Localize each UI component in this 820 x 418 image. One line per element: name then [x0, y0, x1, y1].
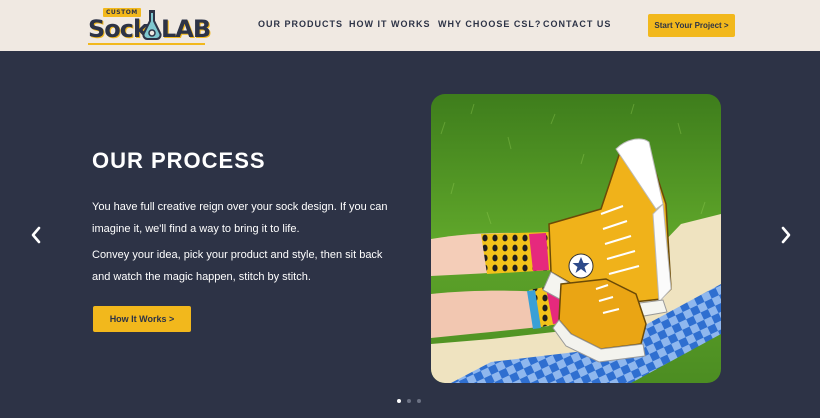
start-your-project-button[interactable]: Start Your Project > [648, 14, 735, 37]
site-header: CUSTOM Sock LAB OUR PRODUCTS HOW IT WORK… [0, 0, 820, 51]
sneakers-photo [431, 94, 721, 383]
hero-paragraph-2: Convey your idea, pick your product and … [92, 249, 383, 283]
carousel-dot[interactable] [397, 399, 401, 403]
chevron-right-icon[interactable] [779, 226, 793, 244]
logo-underline [88, 43, 205, 45]
logo-word-lab: LAB [161, 15, 211, 43]
chevron-left-icon[interactable] [29, 226, 43, 244]
nav-how-it-works[interactable]: HOW IT WORKS [349, 19, 431, 29]
nav-contact-us[interactable]: CONTACT US [543, 19, 611, 29]
how-it-works-button[interactable]: How It Works > [93, 306, 191, 332]
logo-word-sock: Sock [88, 15, 149, 43]
carousel-dot[interactable] [407, 399, 411, 403]
custom-sock-lab-logo[interactable]: CUSTOM Sock LAB [87, 6, 211, 46]
nav-our-products[interactable]: OUR PRODUCTS [258, 19, 343, 29]
flask-icon [142, 10, 162, 40]
hero-image-sneakers-on-grass [431, 94, 721, 383]
carousel-pagination [397, 399, 421, 403]
nav-why-choose-csl[interactable]: WHY CHOOSE CSL? [438, 19, 541, 29]
carousel-dot[interactable] [417, 399, 421, 403]
hero-title: OUR PROCESS [92, 148, 266, 173]
hero-paragraph-1: You have full creative reign over your s… [92, 201, 388, 235]
